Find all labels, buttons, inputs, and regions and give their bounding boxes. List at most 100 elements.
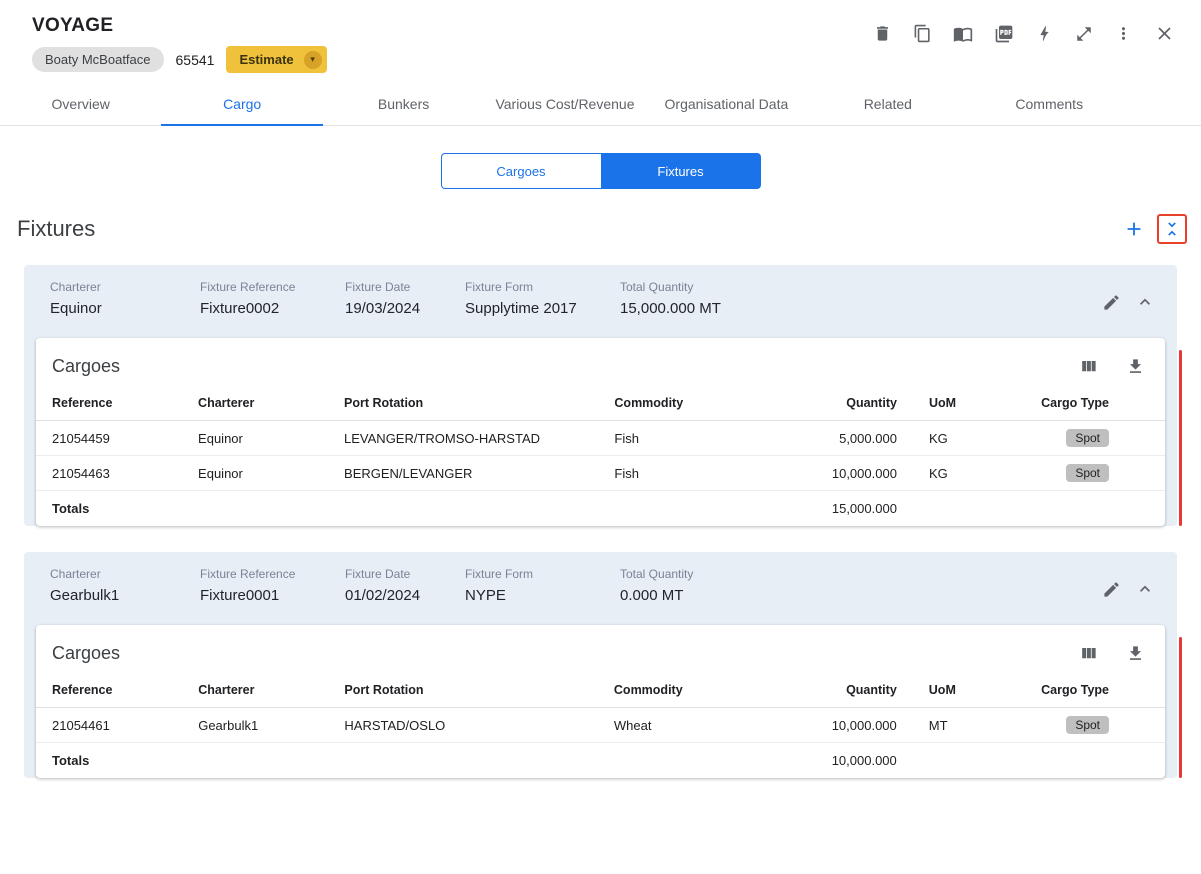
- col-header-charterer: Charterer: [198, 396, 255, 410]
- toggle-cargoes-button[interactable]: Cargoes: [440, 153, 601, 189]
- table-row[interactable]: 21054463 Equinor BERGEN/LEVANGER Fish 10…: [36, 456, 1165, 491]
- cargo-type-badge: Spot: [1066, 716, 1109, 734]
- fixture-date-value: 19/03/2024: [345, 300, 421, 317]
- download-button[interactable]: [1124, 355, 1147, 378]
- col-header-port-rotation: Port Rotation: [344, 396, 424, 410]
- col-header-commodity: Commodity: [614, 396, 684, 410]
- tab-organisational-data[interactable]: Organisational Data: [646, 85, 807, 126]
- fixtures-section-title: Fixtures: [17, 216, 96, 241]
- toggle-fixtures-button[interactable]: Fixtures: [600, 153, 761, 189]
- fixture-form-value: Supplytime 2017: [465, 300, 577, 317]
- fixture-date-value: 01/02/2024: [345, 587, 421, 604]
- cell-uom: MT: [928, 717, 948, 733]
- header-left: VOYAGE Boaty McBoatface 65541 Estimate ▾: [32, 15, 327, 73]
- fixture-date-label: Fixture Date: [345, 280, 411, 294]
- expand-window-button[interactable]: [1073, 23, 1095, 45]
- fixture-reference-label: Fixture Reference: [200, 567, 296, 581]
- cargoes-panel: Cargoes Reference Charterer Port Rotatio…: [36, 338, 1165, 526]
- close-button[interactable]: [1152, 21, 1177, 46]
- book-icon: [953, 27, 973, 42]
- edit-fixture-button[interactable]: [1100, 578, 1123, 601]
- fixture-form-value: NYPE: [465, 587, 506, 604]
- charterer-value: Gearbulk1: [50, 587, 120, 604]
- tab-overview[interactable]: Overview: [0, 85, 161, 126]
- download-icon: [1129, 359, 1142, 373]
- fixture-reference-label: Fixture Reference: [200, 280, 296, 294]
- cell-quantity: 5,000.000: [839, 430, 897, 446]
- cell-cargo-type: Spot: [1025, 421, 1165, 456]
- edit-fixture-button[interactable]: [1100, 291, 1123, 314]
- col-header-cargo-type: Cargo Type: [1041, 683, 1109, 697]
- trash-icon: [876, 26, 889, 41]
- collapse-fixture-button[interactable]: [1133, 290, 1157, 314]
- fixture-summary-bar: Charterer Equinor Fixture Reference Fixt…: [24, 265, 1177, 338]
- copy-button[interactable]: [911, 22, 934, 45]
- total-quantity-label: Total Quantity: [620, 280, 694, 294]
- totals-label: Totals: [52, 753, 90, 768]
- fixture-form-label: Fixture Form: [465, 567, 534, 581]
- voyage-header: VOYAGE Boaty McBoatface 65541 Estimate ▾: [0, 0, 1201, 126]
- download-button[interactable]: [1124, 642, 1147, 665]
- cargoes-panel: Cargoes Reference Charterer Port Rotatio…: [36, 625, 1165, 778]
- col-header-uom: UoM: [928, 396, 957, 410]
- fixture-card: Charterer Equinor Fixture Reference Fixt…: [24, 265, 1182, 526]
- window-toolbar: [871, 15, 1177, 46]
- lightning-bolt-icon: [1040, 26, 1049, 41]
- changed-indicator-bar: [1179, 637, 1182, 778]
- col-header-commodity: Commodity: [613, 683, 683, 697]
- cargo-type-badge: Spot: [1066, 429, 1109, 447]
- col-header-port-rotation: Port Rotation: [344, 683, 424, 697]
- tab-various-cost-revenue[interactable]: Various Cost/Revenue: [484, 85, 645, 126]
- estimate-button[interactable]: Estimate ▾: [226, 46, 327, 73]
- delete-button[interactable]: [871, 22, 894, 45]
- col-header-uom: UoM: [928, 683, 956, 697]
- fixture-reference-value: Fixture0002: [200, 300, 280, 317]
- collapse-icon: [1168, 222, 1176, 236]
- quick-actions-button[interactable]: [1033, 22, 1056, 45]
- cell-reference: 21054461: [52, 717, 110, 733]
- cargoes-table: Reference Charterer Port Rotation Commod…: [36, 673, 1165, 778]
- chevron-up-icon: [1140, 298, 1150, 305]
- tab-cargo[interactable]: Cargo: [161, 85, 323, 126]
- table-header-row: Reference Charterer Port Rotation Commod…: [36, 673, 1165, 708]
- cargo-tab-content: Cargoes Fixtures Fixtures Charterer Equi…: [0, 153, 1201, 778]
- totals-row: Totals 15,000.000: [36, 491, 1165, 527]
- tab-bunkers[interactable]: Bunkers: [323, 85, 484, 126]
- columns-icon: [1082, 360, 1096, 372]
- add-fixture-button[interactable]: [1121, 216, 1147, 242]
- cell-uom: KG: [928, 465, 948, 481]
- column-settings-button[interactable]: [1077, 642, 1100, 665]
- chevron-down-icon: ▾: [303, 50, 322, 69]
- table-row[interactable]: 21054461 Gearbulk1 HARSTAD/OSLO Wheat 10…: [36, 708, 1165, 743]
- fixture-reference-value: Fixture0001: [200, 587, 280, 604]
- tab-comments[interactable]: Comments: [969, 85, 1130, 126]
- logbook-button[interactable]: [951, 22, 975, 46]
- table-row[interactable]: 21054459 Equinor LEVANGER/TROMSO-HARSTAD…: [36, 421, 1165, 456]
- chevron-up-icon: [1140, 585, 1150, 592]
- plus-icon: [1127, 222, 1141, 236]
- cargoes-title: Cargoes: [52, 643, 121, 663]
- fixture-form-label: Fixture Form: [465, 280, 534, 294]
- totals-quantity: 10,000.000: [831, 753, 897, 768]
- cell-commodity: Wheat: [613, 717, 652, 733]
- tab-related[interactable]: Related: [807, 85, 968, 126]
- table-header-row: Reference Charterer Port Rotation Commod…: [36, 386, 1165, 421]
- collapse-all-button[interactable]: [1157, 214, 1187, 244]
- cell-charterer: Equinor: [198, 465, 243, 481]
- vessel-chip: Boaty McBoatface: [32, 47, 164, 72]
- totals-quantity: 15,000.000: [831, 501, 897, 516]
- cell-port-rotation: HARSTAD/OSLO: [344, 717, 446, 733]
- page-title: VOYAGE: [32, 15, 114, 36]
- pencil-icon: [1104, 294, 1119, 310]
- cell-port-rotation: LEVANGER/TROMSO-HARSTAD: [344, 430, 541, 446]
- col-header-quantity: Quantity: [846, 683, 897, 697]
- col-header-reference: Reference: [52, 683, 113, 697]
- totals-row: Totals 10,000.000: [36, 743, 1165, 779]
- col-header-charterer: Charterer: [198, 683, 255, 697]
- column-settings-button[interactable]: [1077, 355, 1100, 378]
- total-quantity-label: Total Quantity: [620, 567, 694, 581]
- collapse-fixture-button[interactable]: [1133, 577, 1157, 601]
- export-pdf-button[interactable]: [992, 22, 1016, 46]
- more-options-button[interactable]: [1112, 22, 1135, 45]
- fixture-date-label: Fixture Date: [345, 567, 411, 581]
